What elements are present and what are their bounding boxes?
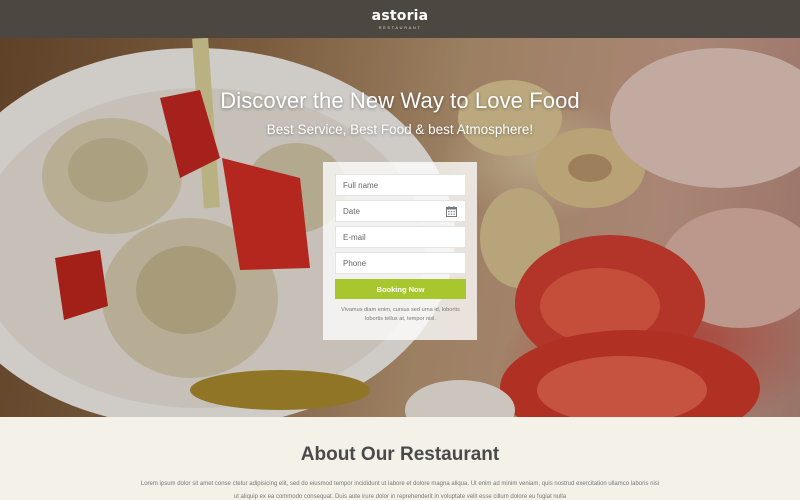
phone-input[interactable]	[336, 253, 465, 273]
email-input[interactable]	[336, 227, 465, 247]
about-text: Lorem ipsum dolor sit amet conse ctetur …	[140, 481, 660, 500]
phone-field[interactable]	[335, 252, 466, 274]
email-field[interactable]	[335, 226, 466, 248]
full-name-input[interactable]	[336, 175, 465, 195]
site-header: astoria RESTAURANT	[0, 0, 800, 38]
logo[interactable]: astoria	[372, 8, 429, 24]
hero-title: Discover the New Way to Love Food	[220, 88, 580, 113]
calendar-icon[interactable]	[446, 206, 457, 217]
hero-section: Discover the New Way to Love Food Best S…	[0, 38, 800, 417]
booking-now-button[interactable]: Booking Now	[335, 279, 466, 299]
logo-tagline: RESTAURANT	[378, 24, 422, 30]
booking-note: Vivamus diam enim, cursus sed urna id, l…	[341, 307, 460, 322]
about-title: About Our Restaurant	[300, 444, 500, 465]
about-section: About Our Restaurant Lorem ipsum dolor s…	[0, 417, 800, 500]
full-name-field[interactable]	[335, 174, 466, 196]
date-field[interactable]	[335, 200, 466, 222]
hero-subtitle: Best Service, Best Food & best Atmospher…	[266, 122, 534, 137]
booking-form: Booking Now Vivamus diam enim, cursus se…	[323, 162, 477, 340]
